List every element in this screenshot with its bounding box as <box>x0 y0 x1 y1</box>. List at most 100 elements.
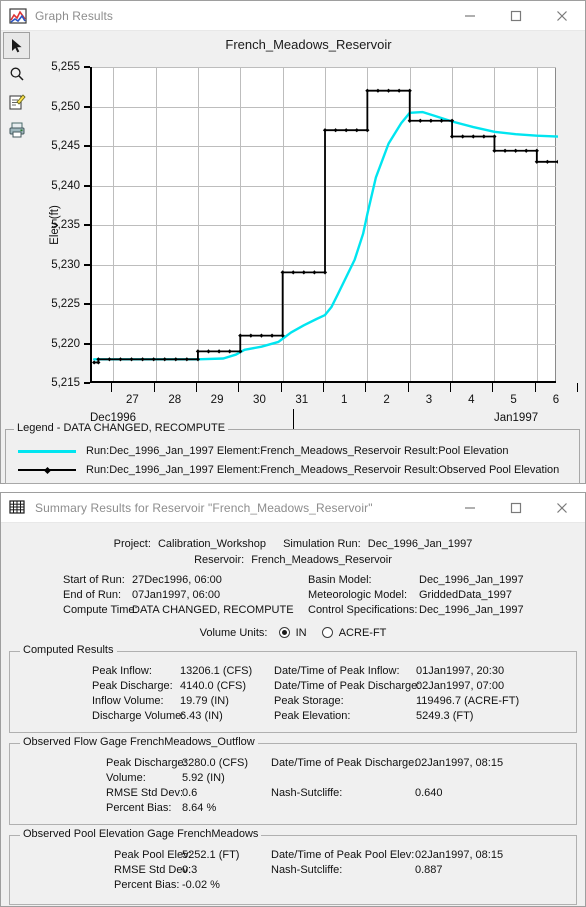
observed-pool-title: Observed Pool Elevation Gage FrenchMeado… <box>20 828 262 840</box>
result-value: 5249.3 (FT) <box>416 710 474 722</box>
series-marker <box>460 134 465 139</box>
met-model-value: GriddedData_1997 <box>419 589 512 601</box>
series-marker <box>269 333 275 338</box>
series-marker <box>195 357 201 362</box>
series-marker <box>513 148 518 153</box>
x-axis-group-right: Jan1997 <box>494 412 539 424</box>
basin-model-label: Basin Model: <box>308 574 372 586</box>
result-value: 0.3 <box>182 864 198 876</box>
graph-window-title: Graph Results <box>35 8 113 23</box>
legend-entry-observed-pool-elevation[interactable]: Run:Dec_1996_Jan_1997 Element:French_Mea… <box>16 463 559 477</box>
observed-flow-group: Observed Flow Gage FrenchMeadows_Outflow… <box>9 736 577 825</box>
radio-in[interactable] <box>278 627 290 638</box>
volume-units-option-in[interactable]: IN <box>278 627 310 639</box>
result-label: Nash-Sutcliffe: <box>271 864 343 876</box>
summary-maximize-button[interactable] <box>493 493 539 522</box>
series-marker <box>407 88 412 93</box>
result-label: Peak Elevation: <box>274 710 351 722</box>
control-spec-label: Control Specifications: <box>308 604 418 616</box>
summary-minimize-button[interactable] <box>447 493 493 522</box>
edit-properties-tool[interactable] <box>3 88 30 115</box>
series-marker <box>397 88 402 93</box>
summary-close-button[interactable] <box>539 493 585 522</box>
plot-area <box>90 67 558 383</box>
x-tick-label: 4 <box>468 394 475 406</box>
basin-model-value: Dec_1996_Jan_1997 <box>419 574 524 586</box>
radio-acre-ft-label: ACRE-FT <box>338 627 387 639</box>
x-tick-mark <box>450 383 452 392</box>
chart-series <box>92 88 558 365</box>
result-label: RMSE Std Dev: <box>106 787 184 799</box>
series-marker <box>280 270 285 275</box>
minimize-button[interactable] <box>447 1 493 30</box>
x-tick-mark <box>323 383 324 392</box>
chart-legend: Legend - DATA CHANGED, RECOMPUTE Run:Dec… <box>5 422 580 484</box>
series-marker <box>291 270 296 275</box>
result-value: 02Jan1997, 08:15 <box>415 757 504 769</box>
series-marker <box>259 333 264 338</box>
maximize-button[interactable] <box>493 1 539 30</box>
series-marker <box>534 159 539 164</box>
volume-units-option-acreft[interactable]: ACRE-FT <box>321 627 387 639</box>
legend-swatch-pool-elevation <box>16 444 78 458</box>
sim-run-value: Dec_1996_Jan_1997 <box>367 538 473 550</box>
x-tick-label: 2 <box>383 394 390 406</box>
legend-entry-pool-elevation[interactable]: Run:Dec_1996_Jan_1997 Element:French_Mea… <box>16 444 509 458</box>
result-value: 4140.0 (CFS) <box>180 680 247 692</box>
start-of-run-value: 27Dec1996, 06:00 <box>132 574 222 586</box>
x-tick-label: 1 <box>340 394 348 406</box>
series-marker <box>227 349 232 354</box>
series-marker <box>492 148 497 153</box>
result-label: Peak Pool Elev: <box>114 849 192 861</box>
x-tick-mark <box>153 383 155 392</box>
close-button[interactable] <box>539 1 585 30</box>
result-label: Percent Bias: <box>106 802 172 814</box>
series-marker <box>386 88 391 93</box>
result-label: Volume: <box>106 772 146 784</box>
start-of-run-label: Start of Run: <box>63 574 125 586</box>
series-marker <box>322 270 328 275</box>
computed-results-group: Computed Results Peak Inflow: 13206.1 (CF… <box>9 644 577 733</box>
result-label: Date/Time of Peak Inflow: <box>274 665 400 677</box>
result-value: 01Jan1997, 20:30 <box>416 665 505 677</box>
x-tick-label: 6 <box>552 394 560 406</box>
series-marker <box>216 349 222 354</box>
x-tick-mark <box>280 383 282 392</box>
x-tick-mark <box>492 383 494 392</box>
legend-title: Legend - DATA CHANGED, RECOMPUTE <box>14 422 229 434</box>
met-model-label: Meteorologic Model: <box>308 589 408 601</box>
project-line: Project: Calibration_Workshop Simulation… <box>1 537 585 552</box>
x-tick-mark <box>407 383 409 392</box>
graph-results-icon <box>9 7 27 25</box>
series-marker <box>418 118 423 123</box>
end-of-run-label: End of Run: <box>63 589 122 601</box>
summary-window-title: Summary Results for Reservoir "French_Me… <box>35 500 373 515</box>
result-label: Nash-Sutcliffe: <box>271 787 343 799</box>
result-value: 5.92 (IN) <box>182 772 225 784</box>
result-value: 8.64 % <box>182 802 217 814</box>
x-tick-mark <box>365 383 367 392</box>
x-tick-mark <box>534 383 536 392</box>
series-marker <box>238 333 243 338</box>
run-info-block: Start of Run: 27Dec1996, 06:00 End of Ru… <box>1 573 585 623</box>
sim-run-label: Simulation Run: <box>283 538 361 550</box>
zoom-tool[interactable] <box>3 60 30 87</box>
y-tick-label: 5,235 <box>51 219 80 231</box>
series-marker <box>173 357 178 362</box>
result-label: Date/Time of Peak Discharge: <box>271 757 418 769</box>
series-marker <box>365 88 370 93</box>
observed-flow-title: Observed Flow Gage FrenchMeadows_Outflow <box>20 736 258 748</box>
summary-window-titlebar: Summary Results for Reservoir "French_Me… <box>1 493 585 523</box>
y-tick-label: 5,245 <box>51 140 80 152</box>
volume-units-label: Volume Units: <box>199 627 268 639</box>
series-marker <box>354 128 359 133</box>
series-marker <box>534 148 539 153</box>
pointer-tool[interactable] <box>3 32 30 59</box>
radio-acre-ft[interactable] <box>321 627 333 638</box>
print-tool[interactable] <box>3 116 30 143</box>
project-label: Project: <box>113 538 151 550</box>
series-marker <box>492 134 497 139</box>
x-tick-label: 30 <box>253 394 266 406</box>
series-marker <box>555 159 558 164</box>
volume-units-row: Volume Units: IN ACRE-FT <box>1 627 585 639</box>
